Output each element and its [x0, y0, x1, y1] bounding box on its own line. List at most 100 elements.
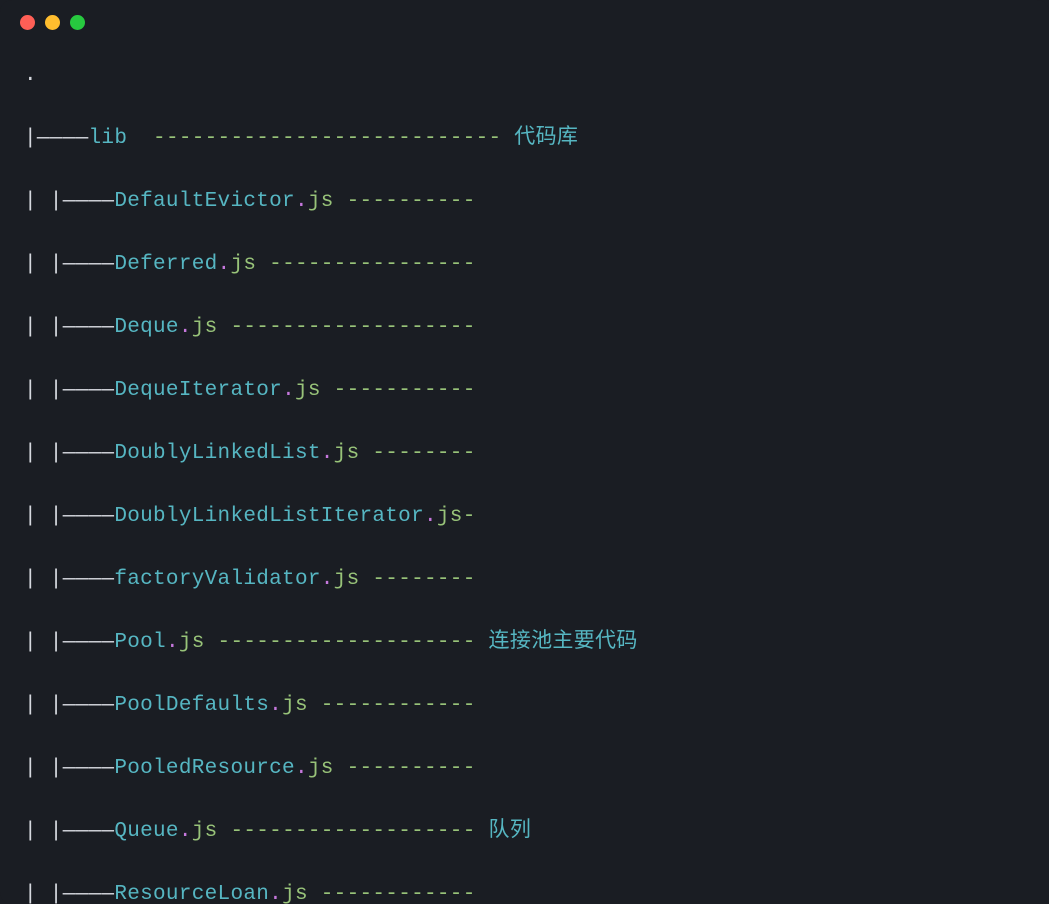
- tree-branch: ————: [63, 505, 115, 528]
- file-name: DoublyLinkedList: [114, 442, 320, 465]
- tree-line: | |————factoryValidator.js --------: [24, 564, 1025, 596]
- tree-pipe: | |: [24, 379, 63, 402]
- tree-dashes: ----------: [334, 190, 476, 213]
- file-name: PoolDefaults: [114, 694, 269, 717]
- tree-pipe: | |: [24, 820, 63, 843]
- tree-line: | |————DequeIterator.js -----------: [24, 375, 1025, 407]
- file-ext: js: [308, 757, 334, 780]
- tree-line-root: .: [24, 60, 1025, 92]
- tree-branch: ————: [63, 379, 115, 402]
- tree-desc: 队列: [489, 820, 532, 843]
- tree-line: | |————ResourceLoan.js ------------: [24, 879, 1025, 904]
- tree-branch: ————: [63, 253, 115, 276]
- file-ext: js: [192, 316, 218, 339]
- minimize-icon[interactable]: [45, 15, 60, 30]
- file-name: Pool: [114, 631, 166, 654]
- tree-dashes: ----------------: [256, 253, 475, 276]
- terminal-window: . |————lib --------------------------- 代…: [0, 0, 1049, 904]
- file-dot: .: [179, 820, 192, 843]
- file-name: DoublyLinkedListIterator: [114, 505, 424, 528]
- file-name: ResourceLoan: [114, 883, 269, 904]
- file-name: PooledResource: [114, 757, 295, 780]
- file-dot: .: [269, 883, 282, 904]
- tree-pipe: | |: [24, 253, 63, 276]
- tree-dashes: -----------: [321, 379, 476, 402]
- tree-dashes: -: [463, 505, 476, 528]
- tree-dashes: --------: [359, 568, 475, 591]
- file-name: Deque: [114, 316, 179, 339]
- file-dot: .: [218, 253, 231, 276]
- tree-pipe: | |: [24, 316, 63, 339]
- file-ext: js: [179, 631, 205, 654]
- tree-branch: ————: [63, 883, 115, 904]
- tree-pipe: | |: [24, 694, 63, 717]
- tree-dashes: --------------------: [205, 631, 489, 654]
- tree-branch: ————: [63, 694, 115, 717]
- tree-pipe: | |: [24, 442, 63, 465]
- file-ext: js: [295, 379, 321, 402]
- tree-branch: ————: [63, 442, 115, 465]
- file-ext: js: [437, 505, 463, 528]
- file-dot: .: [179, 316, 192, 339]
- file-ext: js: [192, 820, 218, 843]
- file-name: factoryValidator: [114, 568, 320, 591]
- tree-line: | |————Queue.js ------------------- 队列: [24, 816, 1025, 848]
- tree-desc: 连接池主要代码: [489, 631, 638, 654]
- file-ext: js: [282, 883, 308, 904]
- file-ext: js: [282, 694, 308, 717]
- tree-pipe: | |: [24, 190, 63, 213]
- tree-line: | |————Deferred.js ----------------: [24, 249, 1025, 281]
- file-ext: js: [334, 568, 360, 591]
- zoom-icon[interactable]: [70, 15, 85, 30]
- tree-branch: ————: [63, 316, 115, 339]
- tree-line: | |————DoublyLinkedListIterator.js-: [24, 501, 1025, 533]
- file-dot: .: [166, 631, 179, 654]
- file-dot: .: [282, 379, 295, 402]
- tree-line: | |————DoublyLinkedList.js --------: [24, 438, 1025, 470]
- tree-content: . |————lib --------------------------- 代…: [0, 44, 1049, 904]
- tree-dashes: --------: [359, 442, 475, 465]
- file-name: DefaultEvictor: [114, 190, 295, 213]
- tree-line: |————lib --------------------------- 代码库: [24, 123, 1025, 155]
- tree-pipe: | |: [24, 757, 63, 780]
- tree-pipe: | |: [24, 505, 63, 528]
- tree-dashes: -------------------: [218, 316, 476, 339]
- tree-dashes: ---------------------------: [127, 127, 514, 150]
- tree-branch: ————: [37, 127, 89, 150]
- tree-dashes: ------------: [308, 694, 476, 717]
- tree-branch: ————: [63, 190, 115, 213]
- file-ext: js: [334, 442, 360, 465]
- tree-root: .: [24, 64, 37, 87]
- close-icon[interactable]: [20, 15, 35, 30]
- tree-pipe: | |: [24, 883, 63, 904]
- file-dot: .: [424, 505, 437, 528]
- file-ext: js: [230, 253, 256, 276]
- tree-dashes: -------------------: [218, 820, 489, 843]
- tree-line: | |————PoolDefaults.js ------------: [24, 690, 1025, 722]
- file-dot: .: [295, 757, 308, 780]
- tree-dashes: ------------: [308, 883, 476, 904]
- file-name: lib: [89, 127, 128, 150]
- tree-line: | |————Pool.js -------------------- 连接池主…: [24, 627, 1025, 659]
- tree-pipe: | |: [24, 568, 63, 591]
- tree-pipe: |: [24, 127, 37, 150]
- file-name: DequeIterator: [114, 379, 282, 402]
- file-dot: .: [321, 442, 334, 465]
- file-name: Queue: [114, 820, 179, 843]
- titlebar: [0, 0, 1049, 44]
- tree-line: | |————PooledResource.js ----------: [24, 753, 1025, 785]
- file-dot: .: [269, 694, 282, 717]
- file-name: Deferred: [114, 253, 217, 276]
- tree-line: | |————DefaultEvictor.js ----------: [24, 186, 1025, 218]
- file-dot: .: [321, 568, 334, 591]
- tree-branch: ————: [63, 820, 115, 843]
- tree-line: | |————Deque.js -------------------: [24, 312, 1025, 344]
- tree-pipe: | |: [24, 631, 63, 654]
- tree-branch: ————: [63, 568, 115, 591]
- tree-desc: 代码库: [514, 127, 578, 150]
- tree-dashes: ----------: [334, 757, 476, 780]
- file-ext: js: [308, 190, 334, 213]
- file-dot: .: [295, 190, 308, 213]
- tree-branch: ————: [63, 631, 115, 654]
- tree-branch: ————: [63, 757, 115, 780]
